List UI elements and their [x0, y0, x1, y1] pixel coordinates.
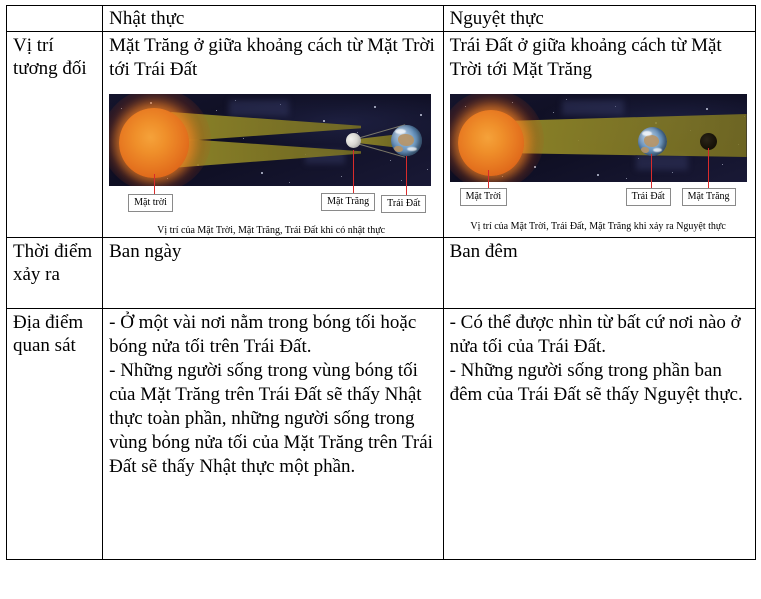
- header-corner-cell: [5, 5, 104, 32]
- row-label-location: Địa điểm quan sát: [13, 312, 84, 356]
- nebula-patch: [635, 154, 688, 170]
- label-earth: Trái Đất: [625, 188, 671, 206]
- cell-lunar-location: - Có thể được nhìn từ bất cứ nơi nào ở n…: [442, 308, 757, 560]
- eclipse-comparison-table: Nhật thực Nguyệt thực Vị trí tương đối M…: [5, 5, 757, 560]
- row-label-cell-position: Vị trí tương đối: [5, 31, 104, 238]
- header-solar-label: Nhật thực: [109, 8, 185, 29]
- lunar-figure-label-zone: Mặt Trời Trái Đất Mặt Trăng: [450, 182, 747, 212]
- solar-time-text: Ban ngày: [109, 241, 182, 262]
- table-row: Địa điểm quan sát - Ở một vài nơi nằm tr…: [5, 308, 757, 560]
- lunar-figure-caption: Vị trí của Mặt Trời, Trái Đất, Mặt Trăng…: [470, 221, 726, 232]
- table-row: Thời điểm xảy ra Ban ngày Ban đêm: [5, 237, 757, 309]
- cell-solar-location: - Ở một vài nơi nằm trong bóng tối hoặc …: [102, 308, 444, 560]
- solar-figure-caption: Vị trí của Mặt Trời, Mặt Trăng, Trái Đất…: [157, 225, 386, 236]
- header-corner-label: [7, 6, 102, 10]
- pointer-line-moon: [707, 148, 709, 182]
- lunar-time-text: Ban đêm: [449, 241, 518, 262]
- solar-position-text: Mặt Trăng ở giữa khoảng cách từ Mặt Trời…: [109, 35, 435, 80]
- page-root: Nhật thực Nguyệt thực Vị trí tương đối M…: [0, 0, 761, 599]
- pointer-line-sun: [487, 170, 489, 182]
- nebula-patch: [561, 100, 624, 115]
- label-moon: Mặt Trăng: [321, 193, 376, 211]
- table-header-row: Nhật thực Nguyệt thực: [5, 5, 757, 32]
- pointer-line-moon: [353, 150, 355, 186]
- cell-lunar-time: Ban đêm: [442, 237, 757, 309]
- solar-location-text: - Ở một vài nơi nằm trong bóng tối hoặc …: [103, 309, 442, 481]
- earth-body: [391, 125, 423, 156]
- pointer-line-earth: [406, 156, 408, 186]
- sun-body: [457, 110, 524, 176]
- cell-solar-position: Mặt Trăng ở giữa khoảng cách từ Mặt Trời…: [102, 31, 444, 238]
- label-sun: Mặt trời: [128, 194, 173, 212]
- label-earth: Trái Đất: [381, 195, 427, 213]
- solar-figure-label-zone: Mặt trời Mặt Trăng Trái Đất: [109, 186, 431, 216]
- header-solar-cell: Nhật thực: [102, 5, 444, 32]
- pointer-line-earth: [650, 154, 652, 182]
- lunar-position-text: Trái Đất ở giữa khoảng cách từ Mặt Trời …: [449, 35, 722, 80]
- lunar-eclipse-scene: [449, 94, 747, 182]
- cell-lunar-position: Trái Đất ở giữa khoảng cách từ Mặt Trời …: [442, 31, 757, 238]
- table-row: Vị trí tương đối Mặt Trăng ở giữa khoảng…: [5, 31, 757, 238]
- row-label-time: Thời điểm xảy ra: [13, 241, 93, 285]
- header-lunar-cell: Nguyệt thực: [442, 5, 757, 32]
- label-moon: Mặt Trăng: [681, 188, 736, 206]
- row-label-cell-location: Địa điểm quan sát: [5, 308, 104, 560]
- lunar-location-line-2: - Những người sống trong phần ban đêm củ…: [449, 360, 743, 405]
- sun-body: [119, 108, 190, 178]
- solar-location-line-2: - Những người sống trong vùng bóng tối c…: [109, 360, 433, 477]
- lunar-eclipse-figure: Mặt Trời Trái Đất Mặt Trăng Vị trí của M…: [449, 94, 747, 233]
- pointer-line-earth-ext: [406, 186, 408, 195]
- pointer-line-sun: [154, 174, 156, 186]
- earth-body: [637, 127, 667, 156]
- label-sun: Mặt Trời: [459, 188, 508, 206]
- solar-eclipse-scene: [109, 94, 432, 186]
- row-label-position: Vị trí tương đối: [13, 35, 87, 79]
- solar-eclipse-figure: Mặt trời Mặt Trăng Trái Đất Vị trí của M…: [109, 94, 432, 237]
- lunar-location-text: - Có thể được nhìn từ bất cứ nơi nào ở n…: [444, 309, 755, 409]
- solar-location-line-1: - Ở một vài nơi nằm trong bóng tối hoặc …: [109, 312, 417, 357]
- pointer-line-sun-ext: [154, 186, 156, 194]
- nebula-patch: [229, 100, 290, 116]
- lunar-location-line-1: - Có thể được nhìn từ bất cứ nơi nào ở n…: [449, 312, 741, 357]
- pointer-line-moon-ext: [353, 186, 355, 193]
- header-lunar-label: Nguyệt thực: [449, 8, 544, 29]
- row-label-cell-time: Thời điểm xảy ra: [5, 237, 104, 309]
- cell-solar-time: Ban ngày: [102, 237, 444, 309]
